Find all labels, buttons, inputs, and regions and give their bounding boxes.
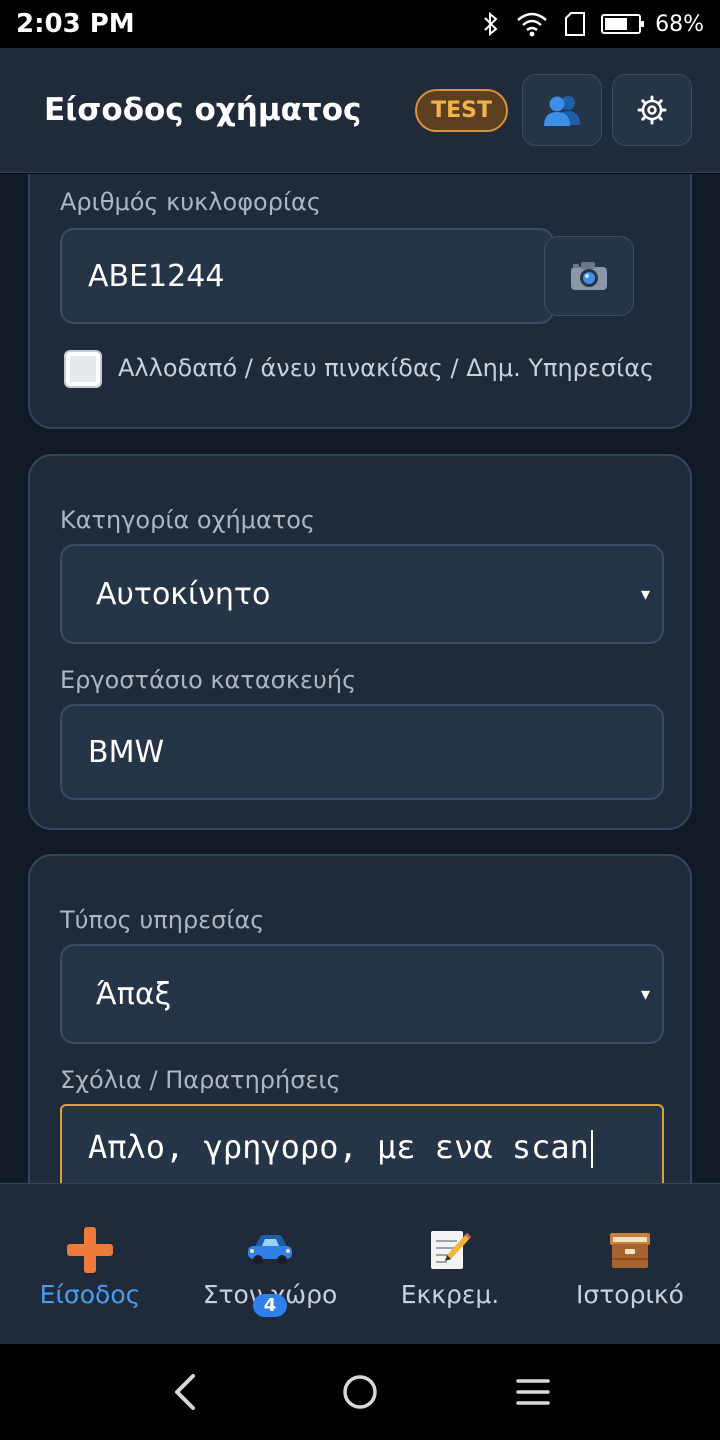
plate-label: Αριθμός κυκλοφορίας <box>60 188 321 216</box>
nav-history[interactable]: Ιστορικό <box>540 1184 720 1344</box>
comments-value: Απλο, γρηγορο, με ενα scan <box>88 1128 589 1166</box>
foreign-plate-label: Αλλοδαπό / άνευ πινακίδας / Δημ. Υπηρεσί… <box>118 354 655 382</box>
text-caret <box>590 1130 593 1168</box>
chevron-down-icon: ▾ <box>640 983 650 1005</box>
test-badge: TEST <box>415 88 508 132</box>
make-label: Εργοστάσιο κατασκευής <box>60 666 357 694</box>
service-type-select[interactable]: Άπαξ ▾ <box>60 944 664 1044</box>
back-icon[interactable] <box>167 1372 207 1412</box>
status-bar: 2:03 PM 68% <box>0 0 720 48</box>
form-scroll-area[interactable]: Αριθμός κυκλοφορίας ABE1244 Αλλοδαπό / ά… <box>0 174 720 1183</box>
app-header: Είσοδος οχήματος TEST <box>0 48 720 173</box>
comments-label: Σχόλια / Παρατηρήσεις <box>60 1066 341 1094</box>
users-button[interactable] <box>522 74 602 146</box>
sim-card-icon <box>565 12 586 36</box>
gear-icon <box>637 95 667 125</box>
category-value: Αυτοκίνητο <box>96 576 271 612</box>
category-label: Κατηγορία οχήματος <box>60 506 315 534</box>
plate-card: Αριθμός κυκλοφορίας ABE1244 Αλλοδαπό / ά… <box>28 174 692 429</box>
nav-in-lot[interactable]: Στον χώρο 4 <box>180 1184 360 1344</box>
status-time: 2:03 PM <box>16 9 135 39</box>
menu-icon[interactable] <box>513 1372 553 1412</box>
category-select[interactable]: Αυτοκίνητο ▾ <box>60 544 664 644</box>
service-type-value: Άπαξ <box>96 976 172 1012</box>
battery-icon <box>601 14 645 34</box>
chevron-down-icon: ▾ <box>640 583 650 605</box>
system-nav-bar <box>0 1344 720 1440</box>
service-card: Τύπος υπηρεσίας Άπαξ ▾ Σχόλια / Παρατηρή… <box>28 854 692 1183</box>
in-lot-count-badge: 4 <box>252 1294 288 1317</box>
service-type-label: Τύπος υπηρεσίας <box>60 906 265 934</box>
status-icons: 68% <box>481 10 704 38</box>
bluetooth-icon <box>484 11 498 37</box>
header-actions: TEST <box>415 74 692 146</box>
make-input[interactable]: BMW <box>60 704 664 800</box>
wifi-icon <box>517 12 547 37</box>
plate-input[interactable]: ABE1244 <box>60 228 554 324</box>
battery-fill <box>605 18 628 30</box>
camera-icon <box>571 262 607 290</box>
nav-label: Εκκρεμ. <box>400 1280 500 1309</box>
car-icon <box>245 1224 295 1276</box>
scan-plate-button[interactable] <box>544 236 634 316</box>
make-value: BMW <box>88 734 165 770</box>
users-icon <box>544 96 580 126</box>
nav-pending[interactable]: Εκκρεμ. <box>360 1184 540 1344</box>
battery-percent: 68% <box>655 11 704 37</box>
archive-box-icon <box>607 1224 653 1276</box>
plate-value: ABE1244 <box>88 258 225 294</box>
comments-textarea[interactable]: Απλο, γρηγορο, με ενα scan <box>60 1104 664 1183</box>
page-title: Είσοδος οχήματος <box>44 92 362 128</box>
nav-label: Ιστορικό <box>576 1280 684 1309</box>
settings-button[interactable] <box>612 74 692 146</box>
home-icon[interactable] <box>340 1372 380 1412</box>
bottom-nav: Είσοδος Στον χώρο 4 Εκκρεμ. Ιστορικό <box>0 1183 720 1344</box>
nav-label: Είσοδος <box>39 1280 141 1309</box>
plus-icon <box>65 1224 115 1276</box>
memo-icon <box>427 1224 473 1276</box>
foreign-plate-checkbox[interactable] <box>64 350 102 388</box>
vehicle-card: Κατηγορία οχήματος Αυτοκίνητο ▾ Εργοστάσ… <box>28 454 692 830</box>
nav-entry[interactable]: Είσοδος <box>0 1184 180 1344</box>
